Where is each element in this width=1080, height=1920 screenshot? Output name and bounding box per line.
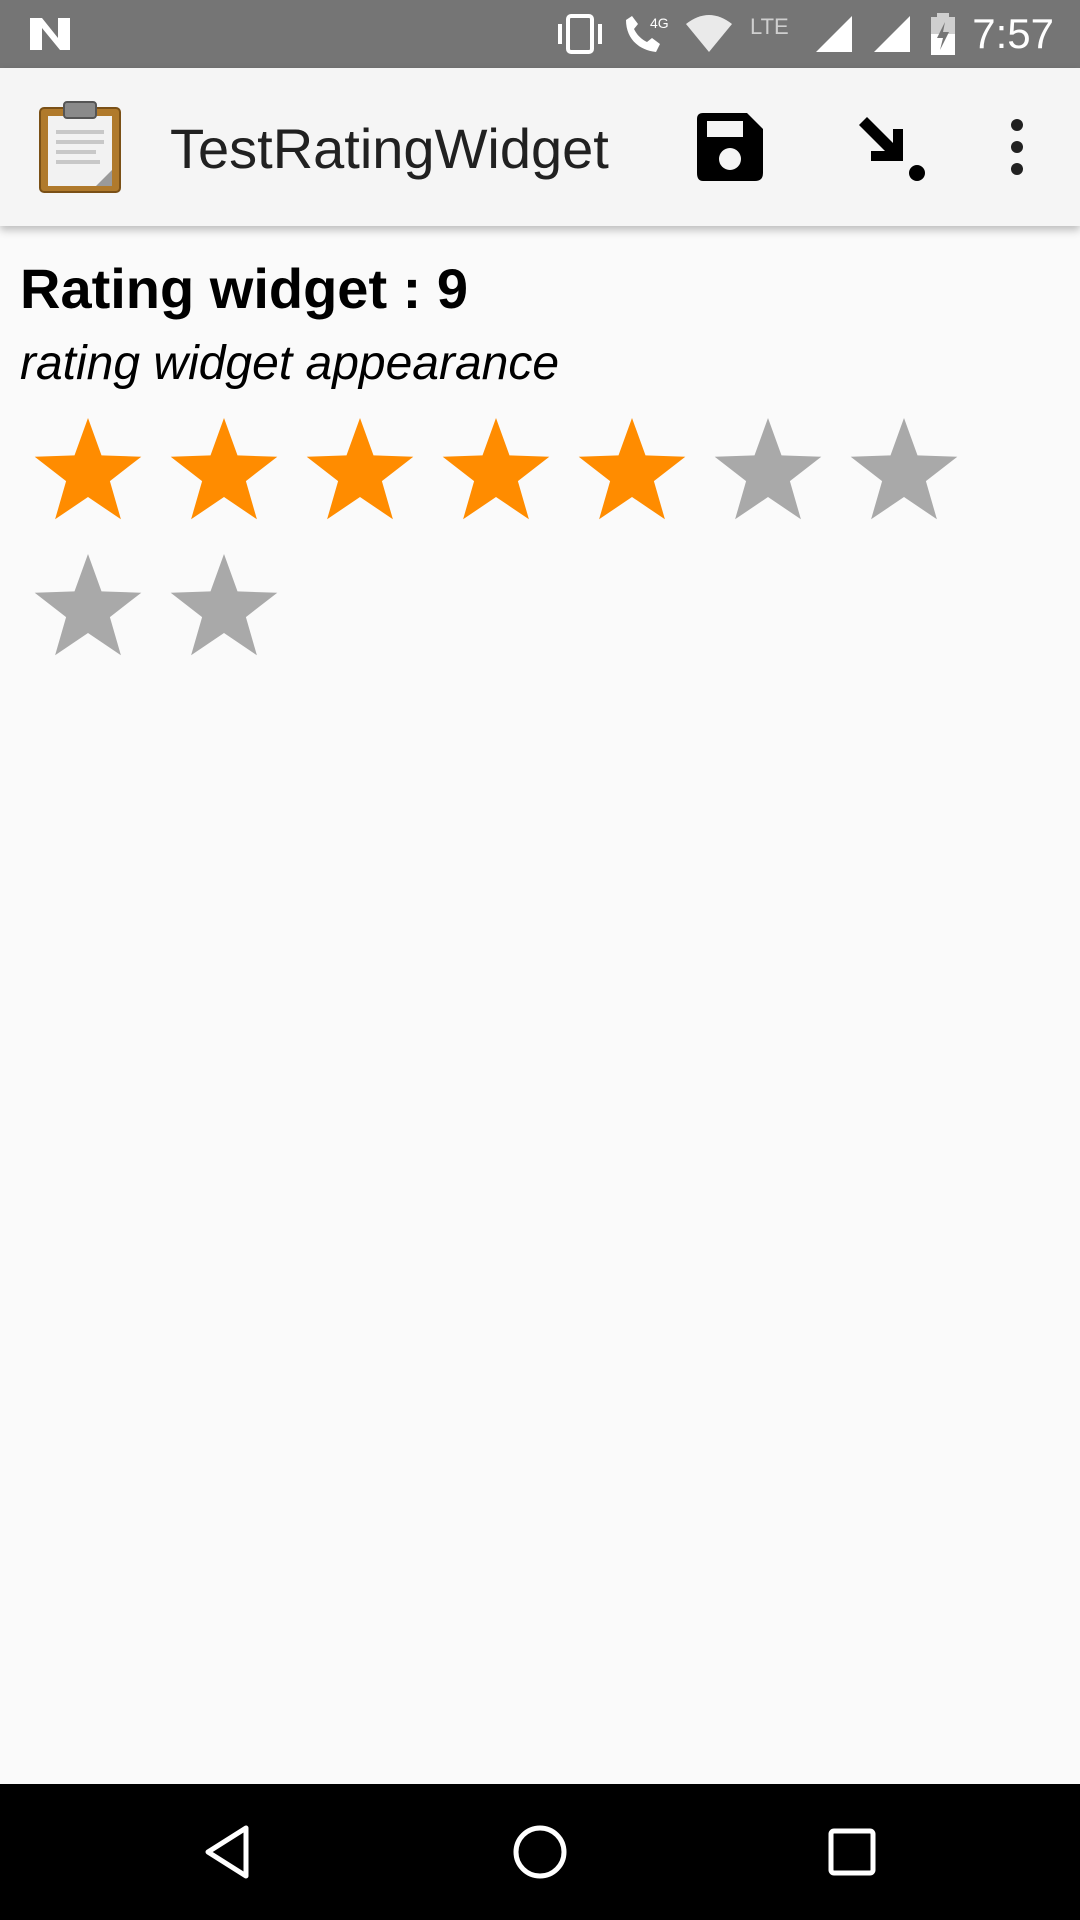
battery-charging-icon [931, 13, 956, 55]
signal-icon [874, 16, 911, 52]
rating-star-8[interactable] [20, 540, 156, 676]
status-icons: 4G LTE 7:57 [554, 0, 1080, 68]
star-empty-icon [714, 418, 822, 520]
rating-star-2[interactable] [156, 404, 292, 540]
vibrate-icon [558, 14, 603, 54]
rating-star-9[interactable] [156, 540, 292, 676]
rating-star-1[interactable] [20, 404, 156, 540]
save-icon [697, 113, 763, 181]
lte-label: LTE [750, 14, 789, 39]
rating-star-3[interactable] [292, 404, 428, 540]
star-filled-icon [170, 418, 278, 520]
recents-button[interactable] [812, 1812, 892, 1892]
rating-star-6[interactable] [700, 404, 836, 540]
star-empty-icon [850, 418, 958, 520]
back-icon [205, 1825, 249, 1879]
app-title: TestRatingWidget [170, 117, 609, 180]
rating-star-4[interactable] [428, 404, 564, 540]
form-clipboard-icon [39, 101, 121, 193]
lte-icon: LTE [750, 14, 789, 39]
star-filled-icon [578, 418, 686, 520]
star-filled-icon [306, 418, 414, 520]
rating-star-5[interactable] [564, 404, 700, 540]
status-clock: 7:57 [972, 10, 1054, 57]
navigation-bar [0, 1784, 1080, 1920]
form-content: Rating widget : 9 rating widget appearan… [0, 226, 1080, 1784]
save-button[interactable] [684, 102, 774, 192]
star-filled-icon [442, 418, 550, 520]
question-hint: rating widget appearance [20, 337, 560, 390]
network-label: 4G [650, 15, 669, 31]
n-logo-icon [30, 18, 70, 50]
home-icon [513, 1825, 567, 1879]
star-empty-icon [170, 554, 278, 656]
status-bar: 4G LTE 7:57 [0, 0, 1080, 68]
star-filled-icon [34, 418, 142, 520]
more-options-button[interactable] [972, 102, 1062, 192]
wifi-calling-icon: 4G [626, 15, 669, 52]
rating-widget [20, 404, 1020, 676]
more-vert-icon [1011, 119, 1023, 175]
question-label: Rating widget : 9 [20, 257, 468, 320]
rating-star-7[interactable] [836, 404, 972, 540]
signal-icon [816, 16, 853, 52]
app-bar: TestRatingWidget [0, 68, 1080, 226]
go-to-icon [859, 117, 925, 181]
star-empty-icon [34, 554, 142, 656]
wifi-icon [686, 15, 733, 52]
recents-icon [828, 1828, 876, 1876]
go-to-button[interactable] [844, 102, 934, 192]
home-button[interactable] [500, 1812, 580, 1892]
back-button[interactable] [188, 1812, 268, 1892]
